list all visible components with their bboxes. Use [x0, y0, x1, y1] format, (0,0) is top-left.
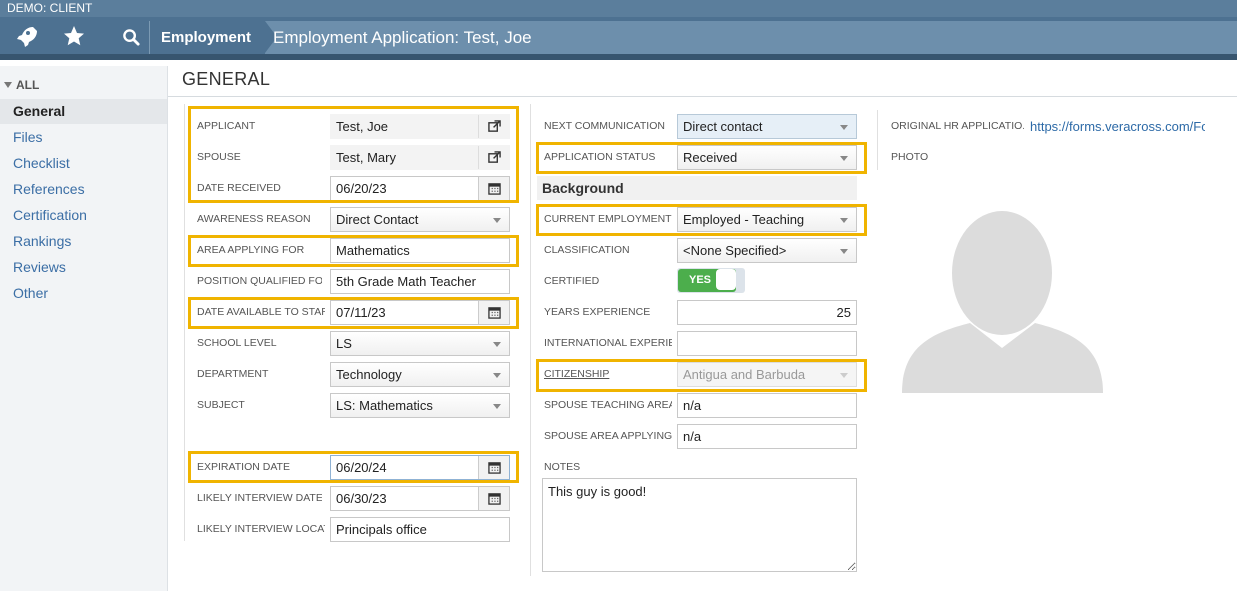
classification-select[interactable]: <None Specified> — [677, 238, 857, 263]
next-communication-label: NEXT COMMUNICATION — [544, 120, 665, 132]
star-icon[interactable] — [62, 24, 86, 48]
subject-select[interactable]: LS: Mathematics — [330, 393, 510, 418]
department-label: DEPARTMENT — [197, 368, 269, 380]
spouse-area-applying-label: SPOUSE AREA APPLYING ... — [544, 430, 672, 442]
certified-label: CERTIFIED — [544, 275, 600, 287]
title-divider — [168, 96, 1237, 97]
highlight-box — [188, 235, 519, 267]
sidebar-item-certification[interactable]: Certification — [0, 203, 167, 228]
sidebar-item-rankings[interactable]: Rankings — [0, 229, 167, 254]
client-label: DEMO: CLIENT — [0, 0, 1237, 17]
page-title: GENERAL — [182, 69, 271, 89]
certified-value: YES — [689, 274, 712, 286]
toggle-knob — [716, 269, 736, 290]
department-select[interactable]: Technology — [330, 362, 510, 387]
years-experience-label: YEARS EXPERIENCE — [544, 306, 651, 318]
position-qualified-input[interactable]: 5th Grade Math Teacher — [330, 269, 510, 294]
next-communication-select[interactable]: Direct contact — [677, 114, 857, 139]
highlight-box — [188, 106, 519, 203]
awareness-reason-value: Direct Contact — [336, 212, 419, 227]
search-button[interactable] — [113, 21, 150, 54]
chevron-down-icon — [840, 249, 848, 254]
chevron-down-icon — [493, 404, 501, 409]
search-icon — [123, 29, 140, 46]
sidebar-item-general[interactable]: General — [0, 99, 167, 124]
next-communication-value: Direct contact — [683, 119, 763, 134]
avatar-placeholder-icon — [902, 211, 1103, 393]
subject-label: SUBJECT — [197, 399, 245, 411]
school-level-select[interactable]: LS — [330, 331, 510, 356]
position-qualified-value: 5th Grade Math Teacher — [336, 274, 476, 289]
column-divider — [877, 110, 878, 170]
highlight-box — [536, 359, 867, 392]
likely-interview-date-calendar-button[interactable] — [478, 487, 509, 510]
spouse-area-applying-input[interactable]: n/a — [677, 424, 857, 449]
column-divider — [184, 104, 185, 541]
years-experience-value: 25 — [836, 305, 851, 320]
rocket-icon[interactable] — [13, 24, 37, 48]
likely-interview-date-input[interactable]: 06/30/23 — [330, 486, 510, 511]
years-experience-input[interactable]: 25 — [677, 300, 857, 325]
chevron-down-icon — [493, 218, 501, 223]
notes-textarea[interactable]: This guy is good! — [542, 478, 857, 572]
position-qualified-label: POSITION QUALIFIED FOR — [197, 275, 322, 287]
original-hr-application-label: ORIGINAL HR APPLICATIO... — [891, 120, 1024, 132]
likely-interview-location-value: Principals office — [336, 522, 427, 537]
breadcrumb-title: Employment Application: Test, Joe — [273, 28, 532, 47]
international-experience-label: INTERNATIONAL EXPERIE... — [544, 337, 672, 349]
classification-label: CLASSIFICATION — [544, 244, 630, 256]
breadcrumb: Employment Employment Application: Test,… — [113, 21, 1237, 54]
original-hr-application-link[interactable]: https://forms.veracross.com/Forr — [1030, 119, 1205, 134]
school-level-label: SCHOOL LEVEL — [197, 337, 277, 349]
chevron-down-icon — [493, 342, 501, 347]
caret-down-icon — [4, 82, 12, 88]
classification-value: <None Specified> — [683, 243, 787, 258]
subject-value: LS: Mathematics — [336, 398, 433, 413]
highlight-box — [536, 204, 867, 236]
likely-interview-date-value: 06/30/23 — [336, 491, 387, 506]
sidebar-item-other[interactable]: Other — [0, 281, 167, 306]
background-section-heading: Background — [537, 176, 857, 200]
highlight-box — [536, 142, 867, 174]
chevron-down-icon — [493, 373, 501, 378]
awareness-reason-label: AWARENESS REASON — [197, 213, 311, 225]
notes-label: NOTES — [544, 461, 581, 473]
sidebar-item-files[interactable]: Files — [0, 125, 167, 150]
photo-label: PHOTO — [891, 151, 929, 163]
spouse-area-applying-value: n/a — [683, 429, 702, 444]
highlight-box — [188, 297, 519, 329]
sidebar-item-reviews[interactable]: Reviews — [0, 255, 167, 280]
spouse-teaching-area-input[interactable]: n/a — [677, 393, 857, 418]
breadcrumb-module[interactable]: Employment — [150, 21, 278, 54]
school-level-value: LS — [336, 336, 352, 351]
spouse-teaching-area-label: SPOUSE TEACHING AREA — [544, 399, 672, 411]
likely-interview-location-label: LIKELY INTERVIEW LOCAT... — [197, 523, 325, 535]
sidebar-item-references[interactable]: References — [0, 177, 167, 202]
likely-interview-date-label: LIKELY INTERVIEW DATE — [197, 492, 322, 504]
sidebar: ALL General Files Checklist References C… — [0, 66, 168, 591]
spouse-teaching-area-value: n/a — [683, 398, 702, 413]
certified-toggle[interactable]: YES — [677, 268, 745, 293]
column-divider — [530, 104, 531, 576]
international-experience-input[interactable] — [677, 331, 857, 356]
chevron-down-icon — [840, 125, 848, 130]
calendar-icon — [487, 493, 501, 505]
sidebar-item-checklist[interactable]: Checklist — [0, 151, 167, 176]
sidebar-all-toggle[interactable]: ALL — [4, 78, 39, 92]
awareness-reason-select[interactable]: Direct Contact — [330, 207, 510, 232]
highlight-box — [188, 451, 519, 483]
sidebar-all-label: ALL — [16, 78, 40, 92]
nav-bar: Employment Employment Application: Test,… — [0, 17, 1237, 60]
likely-interview-location-input[interactable]: Principals office — [330, 517, 510, 542]
department-value: Technology — [336, 367, 402, 382]
